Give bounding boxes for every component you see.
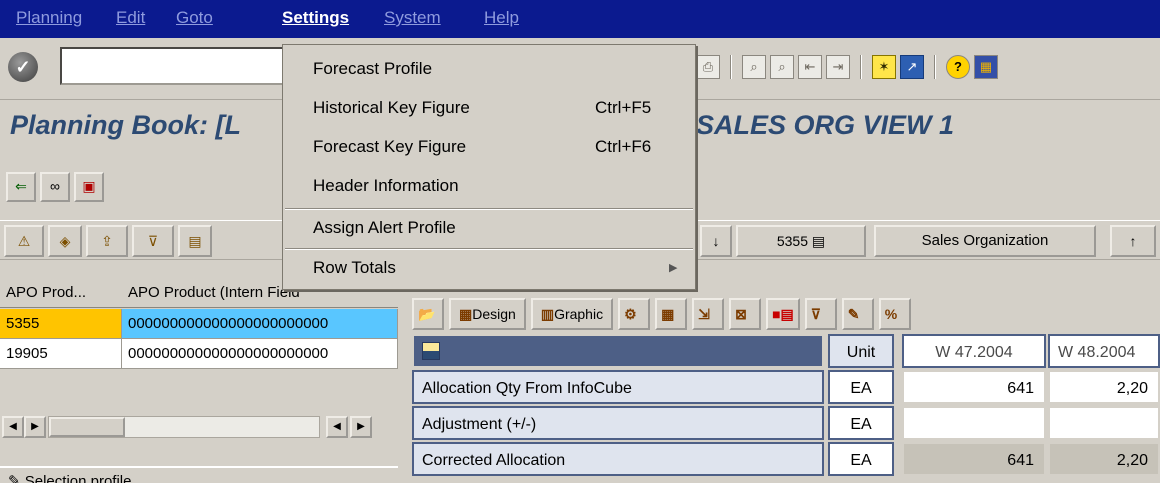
menu-item-forecast-key-figure[interactable]: Forecast Key Figure Ctrl+F6	[283, 129, 695, 167]
menu-help[interactable]: Help	[484, 8, 519, 28]
value-cell[interactable]: 641	[902, 442, 1046, 476]
grid-row-adjustment: Adjustment (+/-) EA	[412, 406, 1160, 442]
scroll-track[interactable]	[48, 416, 320, 438]
command-field[interactable]	[60, 47, 300, 85]
horizontal-scrollbar[interactable]: ◀ ▶ ◀ ▶	[0, 416, 398, 440]
menu-goto[interactable]: Goto	[176, 8, 213, 28]
planning-grid-panel: 📂 ▦Design ▥Graphic ⚙ ▦ ⇲ ⊠ ■▤ ⊽ ✎ % Unit…	[406, 290, 1160, 483]
product-number-cell[interactable]: 5355	[0, 309, 122, 339]
menu-edit[interactable]: Edit	[116, 8, 145, 28]
scroll-right-icon[interactable]: ▶	[350, 416, 372, 438]
first-page-icon[interactable]: ⇤	[798, 55, 822, 79]
scroll-right-icon[interactable]: ▶	[24, 416, 46, 438]
product-intern-cell[interactable]: 000000000000000000000000	[122, 309, 398, 339]
help-icon[interactable]: ?	[946, 55, 970, 79]
find-next-icon[interactable]: ⌕	[770, 55, 794, 79]
toolbar-separator	[934, 55, 936, 79]
selection-profile-button[interactable]: ✎ Selection profile	[0, 466, 398, 483]
key-figure-label[interactable]: Corrected Allocation	[412, 442, 824, 476]
column-header-apo-prod[interactable]: APO Prod...	[6, 284, 120, 301]
grid-row-corrected: Corrected Allocation EA 641 2,20	[412, 442, 1160, 478]
grid-toolbar: 📂 ▦Design ▥Graphic ⚙ ▦ ⇲ ⊠ ■▤ ⊽ ✎ %	[412, 298, 911, 330]
create-session-icon[interactable]: ✶	[872, 55, 896, 79]
scroll-thumb[interactable]	[49, 417, 125, 437]
grid-header-row: Unit W 47.2004 W 48.2004	[412, 334, 1160, 370]
menu-bar: Planning Edit Goto Settings System Help	[0, 0, 1160, 38]
shuffle-icon[interactable]: ⚠	[4, 225, 44, 257]
arrow-down-icon[interactable]: ↓	[700, 225, 732, 257]
value-cell[interactable]	[902, 406, 1046, 440]
table-row[interactable]: 5355 000000000000000000000000	[0, 309, 398, 339]
week-column-header[interactable]: W 48.2004	[1048, 334, 1160, 368]
settings-dropdown-menu: Forecast Profile Historical Key Figure Ct…	[282, 44, 696, 290]
menu-item-forecast-profile[interactable]: Forecast Profile	[283, 51, 695, 89]
edit-icon[interactable]: ✎	[841, 298, 874, 330]
toolbar-separator	[860, 55, 862, 79]
shortcut-icon[interactable]: ↗	[900, 55, 924, 79]
last-page-icon[interactable]: ⇥	[826, 55, 850, 79]
unit-cell: EA	[828, 370, 894, 404]
glasses-icon[interactable]: ∞	[40, 172, 70, 202]
key-figure-grid: Unit W 47.2004 W 48.2004 Allocation Qty …	[412, 334, 1160, 478]
product-number-cell[interactable]: 19905	[0, 339, 122, 369]
percent-icon[interactable]: %	[878, 298, 911, 330]
value-cell[interactable]: 2,20	[1048, 370, 1160, 404]
load-icon[interactable]: ⇪	[86, 225, 128, 257]
table-row[interactable]: 19905 000000000000000000000000	[0, 339, 398, 369]
toolbar-icon-group: ⎙ ⌕ ⌕ ⇤ ⇥ ✶ ↗ ? ▦	[696, 52, 998, 82]
arrow-up-icon[interactable]: ↑	[1110, 225, 1156, 257]
save-variant-icon[interactable]: ▤	[178, 225, 212, 257]
product-number-button[interactable]: 5355 ▤	[736, 225, 866, 257]
alert-icon[interactable]: ■▤	[766, 298, 800, 330]
submenu-arrow-icon: ▶	[669, 262, 678, 274]
page-title: Planning Book: [L	[10, 110, 241, 140]
value-cell[interactable]: 2,20	[1048, 442, 1160, 476]
funnel-icon[interactable]: ⊽	[804, 298, 837, 330]
unit-column-header: Unit	[828, 334, 894, 368]
key-figure-label[interactable]: Adjustment (+/-)	[412, 406, 824, 440]
layout-menu-icon[interactable]: ▦	[974, 55, 998, 79]
key-figure-label[interactable]: Allocation Qty From InfoCube	[412, 370, 824, 404]
display-icon[interactable]: ▣	[74, 172, 104, 202]
menu-item-historical-key-figure[interactable]: Historical Key Figure Ctrl+F5	[283, 90, 695, 128]
selection-icon[interactable]: ◈	[48, 225, 82, 257]
design-button[interactable]: ▦Design	[449, 298, 526, 330]
menu-item-row-totals[interactable]: Row Totals ▶	[283, 250, 695, 288]
toolbar-separator	[730, 55, 732, 79]
value-cell[interactable]: 641	[902, 370, 1046, 404]
product-intern-cell[interactable]: 000000000000000000000000	[122, 339, 398, 369]
calculator-icon[interactable]: ▦	[655, 298, 688, 330]
menu-item-header-information[interactable]: Header Information	[283, 168, 695, 206]
unit-cell: EA	[828, 406, 894, 440]
grid-corner-cell[interactable]	[412, 334, 824, 368]
scroll-left-icon[interactable]: ◀	[326, 416, 348, 438]
enter-check-icon[interactable]: ✓	[8, 52, 38, 82]
value-cell[interactable]	[1048, 406, 1160, 440]
application-toolbar: ⇐ ∞ ▣	[6, 172, 104, 202]
sales-organization-button[interactable]: Sales Organization	[874, 225, 1096, 257]
page-title-suffix: SALES ORG VIEW 1	[696, 110, 955, 140]
table-settings-icon[interactable]	[422, 342, 440, 360]
filter-column-icon[interactable]: ⊠	[729, 298, 762, 330]
find-icon[interactable]: ⌕	[742, 55, 766, 79]
open-folder-icon[interactable]: 📂	[412, 298, 444, 330]
grid-row-allocation: Allocation Qty From InfoCube EA 641 2,20	[412, 370, 1160, 406]
unit-cell: EA	[828, 442, 894, 476]
graphic-button[interactable]: ▥Graphic	[530, 298, 614, 330]
export-icon[interactable]: ⇲	[692, 298, 725, 330]
menu-planning[interactable]: Planning	[16, 8, 82, 28]
back-icon[interactable]: ⇐	[6, 172, 36, 202]
filter-icon[interactable]: ⊽	[132, 225, 174, 257]
print-icon[interactable]: ⎙	[696, 55, 720, 79]
menu-settings[interactable]: Settings	[282, 8, 349, 28]
menu-item-assign-alert-profile[interactable]: Assign Alert Profile	[283, 210, 695, 248]
week-column-header[interactable]: W 47.2004	[902, 334, 1046, 368]
product-selection-panel: APO Prod... APO Product (Intern Field 53…	[0, 278, 398, 483]
menu-system[interactable]: System	[384, 8, 441, 28]
scroll-left-icon[interactable]: ◀	[2, 416, 24, 438]
settings-icon[interactable]: ⚙	[618, 298, 651, 330]
